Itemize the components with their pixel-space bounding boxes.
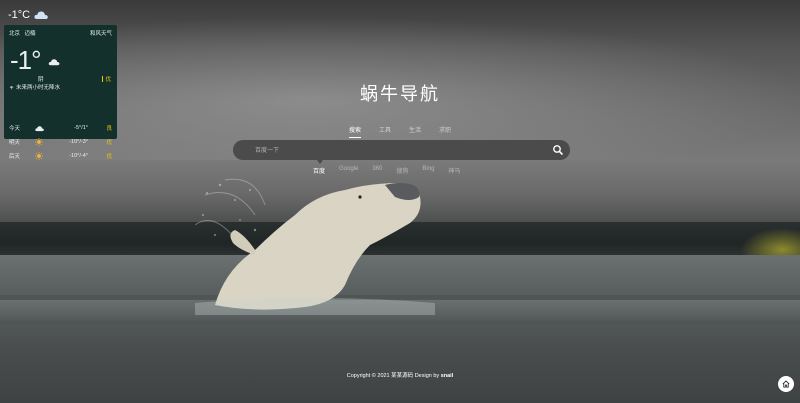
engine-bing[interactable]: Bing [422, 166, 434, 175]
search-icon[interactable] [552, 144, 564, 156]
search-input[interactable] [253, 140, 547, 162]
forecast-temp: -10°/-4° [69, 153, 88, 159]
engine-shenma[interactable]: 神马 [448, 166, 460, 175]
tab-jobs[interactable]: 求职 [439, 125, 451, 137]
weather-district: 迈楠 [24, 31, 36, 37]
footer-copyright: Copyright © 2021 某某源码 Design by snail [0, 371, 800, 379]
polar-bear-image [195, 178, 435, 315]
tab-search[interactable]: 搜索 [348, 125, 361, 138]
site-logo[interactable]: 蜗牛导航 [0, 80, 800, 106]
engine-pointer [317, 160, 323, 164]
cloud-icon [34, 11, 48, 19]
engine-360[interactable]: 360 [372, 166, 382, 175]
top-temperature-value: -1°C [8, 9, 31, 21]
search-bar [233, 140, 570, 162]
forecast-day: 后天 [9, 154, 21, 160]
search-category-tabs: 搜索 工具 生活 求职 [0, 125, 800, 138]
weather-location: 北京 迈楠 [9, 29, 39, 37]
engine-baidu[interactable]: 百度 [313, 166, 325, 175]
home-button[interactable] [778, 376, 794, 392]
weather-provider[interactable]: 和风天气 [90, 29, 112, 37]
engine-sogou[interactable]: 搜狗 [396, 166, 408, 175]
forecast-row: 明天 -10°/-3° 优 [9, 135, 112, 149]
tab-tools[interactable]: 工具 [379, 125, 391, 137]
copyright-site-name[interactable]: 某某源码 [391, 373, 413, 379]
copyright-prefix: Copyright © 2021 [346, 373, 390, 379]
forecast-temp: -10°/-3° [69, 139, 88, 145]
forecast-quality: 优 [106, 154, 112, 160]
weather-current-temp: -1° [10, 45, 42, 75]
cloud-icon [48, 59, 60, 66]
forecast-row: 后天 -10°/-4° 优 [9, 149, 112, 163]
forecast-quality: 优 [106, 140, 112, 146]
engine-google[interactable]: Google [339, 166, 358, 175]
search-engine-list: 百度 Google 360 搜狗 Bing 神马 [313, 166, 460, 175]
forecast-day: 明天 [9, 140, 21, 146]
home-icon [782, 380, 790, 388]
top-temperature[interactable]: -1°C [8, 9, 48, 21]
copyright-design-by: Design by [414, 373, 440, 379]
background-photo [0, 0, 800, 403]
sun-icon [35, 152, 43, 160]
weather-city: 北京 [9, 31, 21, 37]
tab-life[interactable]: 生活 [409, 125, 421, 137]
sun-icon [35, 138, 43, 146]
copyright-author[interactable]: snail [441, 373, 454, 379]
